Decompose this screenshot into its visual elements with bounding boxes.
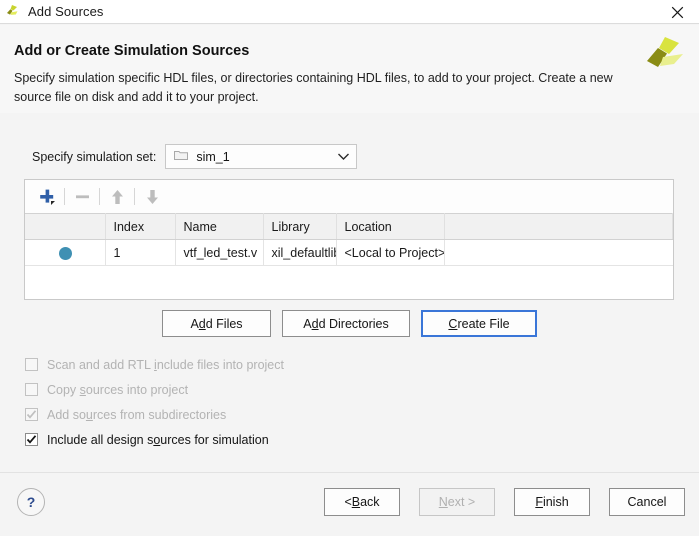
option-add-subdirectories: Add sources from subdirectories — [25, 403, 284, 426]
option-copy-sources: Copy sources into project — [25, 378, 284, 401]
add-directories-button[interactable]: Add Directories — [282, 310, 410, 337]
finish-button[interactable]: Finish — [514, 488, 590, 516]
option-copy-sources-label: Copy sources into project — [47, 383, 188, 397]
finish-mnemonic: F — [535, 495, 543, 509]
toolbar-separator — [64, 188, 65, 205]
dialog-header: Add or Create Simulation Sources Specify… — [0, 25, 699, 113]
add-files-label-pre: A — [190, 317, 198, 331]
window-title: Add Sources — [28, 4, 104, 19]
finish-label-post: inish — [543, 495, 569, 509]
next-button: Next > — [419, 488, 495, 516]
simulation-set-combobox[interactable]: sim_1 — [165, 144, 357, 169]
cell-name: vtf_led_test.v — [175, 240, 263, 266]
add-files-label-post: d Files — [206, 317, 243, 331]
column-header-index[interactable]: Index — [105, 214, 175, 240]
checkbox-checked-icon — [25, 408, 38, 421]
back-label-pre: < — [344, 495, 351, 509]
cell-library: xil_defaultlib — [263, 240, 336, 266]
arrow-down-icon — [139, 185, 165, 209]
back-label-post: ack — [360, 495, 379, 509]
option-add-subdirectories-label: Add sources from subdirectories — [47, 408, 226, 422]
sources-table: Index Name Library Location 1 vtf_led_te… — [25, 213, 673, 266]
page-title: Add or Create Simulation Sources — [14, 43, 249, 59]
column-header-library[interactable]: Library — [263, 214, 336, 240]
option-include-design-sources[interactable]: Include all design sources for simulatio… — [25, 428, 284, 451]
simulation-set-row: Specify simulation set: sim_1 — [32, 144, 357, 169]
simulation-set-value: sim_1 — [196, 150, 337, 164]
wizard-navigation-buttons: < Back Next > Finish Cancel — [324, 488, 685, 516]
page-description: Specify simulation specific HDL files, o… — [14, 69, 624, 107]
table-row[interactable]: 1 vtf_led_test.v xil_defaultlib <Local t… — [25, 240, 673, 266]
arrow-up-icon — [104, 185, 130, 209]
back-button[interactable]: < Back — [324, 488, 400, 516]
back-mnemonic: B — [352, 495, 360, 509]
toolbar-separator — [134, 188, 135, 205]
add-directories-label-pre: A — [303, 317, 311, 331]
title-bar: Add Sources — [0, 0, 699, 24]
toolbar-separator — [99, 188, 100, 205]
cancel-label-post: Cancel — [628, 495, 667, 509]
table-header-row: Index Name Library Location — [25, 214, 673, 240]
help-button[interactable]: ? — [17, 488, 45, 516]
minus-icon — [69, 185, 95, 209]
dialog-body: Specify simulation set: sim_1 — [0, 113, 699, 472]
question-mark-icon: ? — [27, 495, 36, 509]
next-label-post: ext > — [448, 495, 475, 509]
folder-icon — [174, 148, 188, 166]
add-files-mnemonic: d — [199, 317, 206, 331]
row-status-dot — [25, 240, 105, 266]
add-files-button[interactable]: Add Files — [162, 310, 271, 337]
checkbox-checked-icon[interactable] — [25, 433, 38, 446]
dialog-footer: ? < Back Next > Finish Cancel — [0, 472, 699, 536]
source-action-buttons: Add Files Add Directories Create File — [0, 310, 699, 337]
add-directories-mnemonic: d — [312, 317, 319, 331]
add-sources-dialog: Add Sources Add or Create Simulation Sou… — [0, 0, 699, 536]
option-scan-rtl-include: Scan and add RTL include files into proj… — [25, 353, 284, 376]
column-header-name[interactable]: Name — [175, 214, 263, 240]
xilinx-logo-icon — [641, 33, 687, 79]
cell-location: <Local to Project> — [336, 240, 444, 266]
simulation-set-label: Specify simulation set: — [32, 150, 156, 164]
vivado-logo-icon — [5, 4, 21, 20]
option-include-design-sources-label: Include all design sources for simulatio… — [47, 433, 269, 447]
column-header-location[interactable]: Location — [336, 214, 444, 240]
cell-filler — [444, 240, 673, 266]
column-header-status[interactable] — [25, 214, 105, 240]
sources-list-toolbar — [25, 180, 673, 213]
checkbox-unchecked-icon — [25, 383, 38, 396]
sources-list-panel: Index Name Library Location 1 vtf_led_te… — [24, 179, 674, 300]
add-directories-label-post: d Directories — [319, 317, 389, 331]
chevron-down-icon — [337, 148, 350, 166]
options-group: Scan and add RTL include files into proj… — [25, 353, 284, 453]
close-icon[interactable] — [655, 0, 699, 24]
create-file-label-post: reate File — [457, 317, 509, 331]
create-file-mnemonic: C — [448, 317, 457, 331]
filled-dot-icon — [59, 247, 72, 260]
column-header-filler — [444, 214, 673, 240]
plus-icon[interactable] — [34, 185, 60, 209]
cell-index: 1 — [105, 240, 175, 266]
cancel-button[interactable]: Cancel — [609, 488, 685, 516]
create-file-button[interactable]: Create File — [421, 310, 537, 337]
next-mnemonic: N — [439, 495, 448, 509]
option-scan-rtl-include-label: Scan and add RTL include files into proj… — [47, 358, 284, 372]
checkbox-unchecked-icon — [25, 358, 38, 371]
